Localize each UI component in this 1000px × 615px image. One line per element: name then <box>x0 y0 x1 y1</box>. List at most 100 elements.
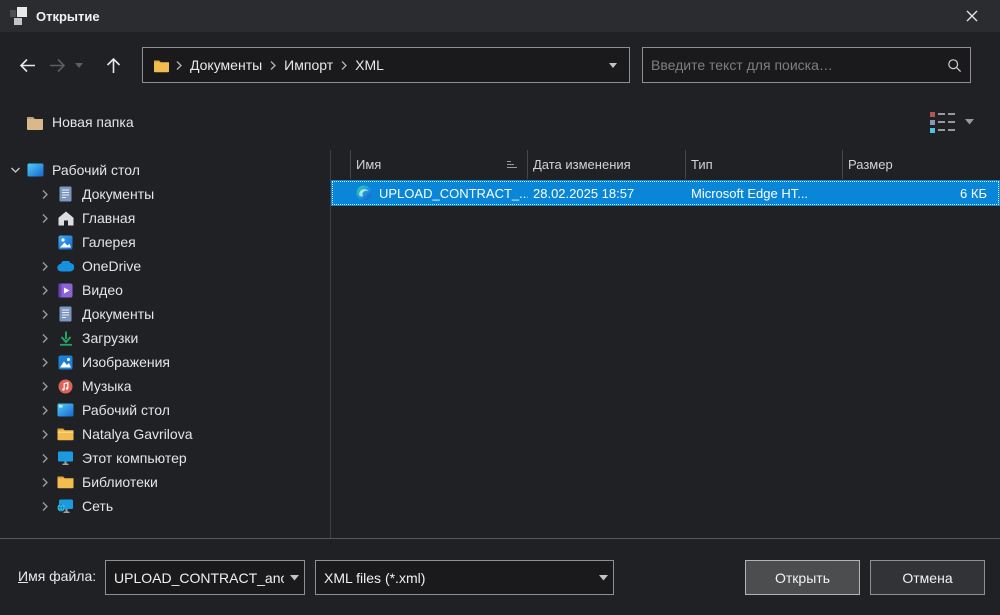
breadcrumb-separator-icon[interactable] <box>268 61 278 70</box>
tree-item-label: Natalya Gavrilova <box>82 426 193 442</box>
tree-item-home[interactable]: Главная <box>0 206 330 230</box>
back-button[interactable] <box>12 50 42 80</box>
tree-item-label: Этот компьютер <box>82 450 187 466</box>
column-header-name[interactable]: Имя <box>351 150 528 179</box>
tree-item-label: Главная <box>82 210 135 226</box>
tree-item-label: Документы <box>82 186 154 202</box>
breadcrumb-segment-xml[interactable]: XML <box>349 57 390 73</box>
titlebar: Открытие <box>0 0 1000 32</box>
tree-item-libraries[interactable]: Библиотеки <box>0 470 330 494</box>
tree-item-network[interactable]: Сеть <box>0 494 330 518</box>
chevron-right-icon[interactable] <box>36 450 54 466</box>
search-box <box>642 47 971 83</box>
breadcrumb-separator-icon[interactable] <box>339 61 349 70</box>
tree-item-music[interactable]: Музыка <box>0 374 330 398</box>
column-header-type[interactable]: Тип <box>686 150 843 179</box>
onedrive-icon <box>57 258 74 275</box>
up-button[interactable] <box>98 50 128 80</box>
footer-bar: Имя файла: UPLOAD_CONTRACT_anon XML file… <box>0 539 1000 615</box>
cancel-button[interactable]: Отмена <box>870 560 985 595</box>
chevron-right-icon[interactable] <box>36 354 54 370</box>
chevron-right-icon[interactable] <box>36 306 54 322</box>
chevron-right-icon[interactable] <box>36 378 54 394</box>
chevron-right-icon[interactable] <box>36 474 54 490</box>
pictures-icon <box>57 354 74 371</box>
breadcrumb-segment-import[interactable]: Импорт <box>278 57 339 73</box>
tree-item-downloads[interactable]: Загрузки <box>0 326 330 350</box>
tree-item-videos[interactable]: Видео <box>0 278 330 302</box>
file-row-selected[interactable]: UPLOAD_CONTRACT_... 28.02.2025 18:57 Mic… <box>331 180 1000 206</box>
tree-item-label: Музыка <box>82 378 132 394</box>
documents-icon <box>57 186 74 203</box>
folder-icon <box>153 58 170 73</box>
chevron-right-icon[interactable] <box>36 258 54 274</box>
chevron-right-icon[interactable] <box>36 330 54 346</box>
filename-value[interactable]: UPLOAD_CONTRACT_anon <box>106 570 284 586</box>
column-header-size[interactable]: Размер <box>843 150 1000 179</box>
tree-item-desktop-root[interactable]: Рабочий стол <box>0 158 330 182</box>
recent-locations-button[interactable] <box>72 50 86 80</box>
breadcrumb-separator-icon[interactable] <box>174 61 184 70</box>
up-icon <box>103 55 124 76</box>
file-list-header: Имя Дата изменения Тип Размер <box>331 150 1000 179</box>
tree-item-label: Рабочий стол <box>52 162 140 178</box>
tree-item-label: Рабочий стол <box>82 402 170 418</box>
view-dropdown-icon[interactable] <box>965 119 974 125</box>
tree-item-gallery[interactable]: Галерея <box>0 230 330 254</box>
chevron-right-icon[interactable] <box>36 210 54 226</box>
tree-item-user-folder[interactable]: Natalya Gavrilova <box>0 422 330 446</box>
column-header-modified[interactable]: Дата изменения <box>528 150 686 179</box>
search-input[interactable] <box>651 57 947 73</box>
main-area: Рабочий стол Документы Главная <box>0 150 1000 538</box>
filename-label: Имя файла: <box>18 568 96 584</box>
column-gutter <box>331 150 351 179</box>
chevron-right-icon[interactable] <box>36 498 54 514</box>
new-folder-button[interactable]: Новая папка <box>20 107 140 137</box>
filetype-dropdown-button[interactable] <box>593 575 613 581</box>
chevron-right-icon[interactable] <box>36 282 54 298</box>
breadcrumb-dropdown-button[interactable] <box>603 63 623 68</box>
filetype-combobox[interactable]: XML files (*.xml) <box>315 560 614 595</box>
chevron-expanded-icon[interactable] <box>6 162 24 178</box>
edge-icon <box>356 185 372 201</box>
tree-item-label: Изображения <box>82 354 170 370</box>
folder-icon <box>57 426 74 443</box>
filename-combobox[interactable]: UPLOAD_CONTRACT_anon <box>105 560 305 595</box>
close-icon <box>966 10 978 22</box>
this-pc-icon <box>57 450 74 467</box>
forward-button[interactable] <box>42 50 72 80</box>
window-title: Открытие <box>36 9 100 24</box>
tree-item-desktop[interactable]: Рабочий стол <box>0 398 330 422</box>
home-icon <box>57 210 74 227</box>
tree-item-this-pc[interactable]: Этот компьютер <box>0 446 330 470</box>
filename-dropdown-button[interactable] <box>284 575 304 581</box>
close-button[interactable] <box>954 0 990 32</box>
tree-item-documents[interactable]: Документы <box>0 182 330 206</box>
breadcrumb-segment-documents[interactable]: Документы <box>184 57 268 73</box>
navigation-bar: Документы Импорт XML <box>0 44 1000 86</box>
tree-item-label: Документы <box>82 306 154 322</box>
sort-ascending-icon <box>507 161 517 168</box>
chevron-down-icon <box>599 575 608 581</box>
file-list: Имя Дата изменения Тип Размер <box>331 150 1000 538</box>
file-size: 6 КБ <box>843 186 1000 201</box>
tree-item-documents-2[interactable]: Документы <box>0 302 330 326</box>
chevron-right-icon[interactable] <box>36 402 54 418</box>
command-bar: Новая папка <box>0 100 1000 144</box>
tree-item-label: Галерея <box>82 234 136 250</box>
chevron-right-icon[interactable] <box>36 186 54 202</box>
search-icon[interactable] <box>947 58 962 73</box>
file-type: Microsoft Edge HT... <box>686 186 843 201</box>
desktop-icon <box>57 402 74 419</box>
tree-item-pictures[interactable]: Изображения <box>0 350 330 374</box>
chevron-down-icon <box>75 63 83 68</box>
chevron-down-icon <box>609 63 617 68</box>
chevron-right-icon[interactable] <box>36 426 54 442</box>
change-view-button[interactable] <box>930 112 955 133</box>
open-button[interactable]: Открыть <box>745 560 860 595</box>
back-icon <box>17 55 38 76</box>
breadcrumb: Документы Импорт XML <box>142 47 630 83</box>
videos-icon <box>57 282 74 299</box>
tree-item-onedrive[interactable]: OneDrive <box>0 254 330 278</box>
filetype-value[interactable]: XML files (*.xml) <box>316 570 593 586</box>
